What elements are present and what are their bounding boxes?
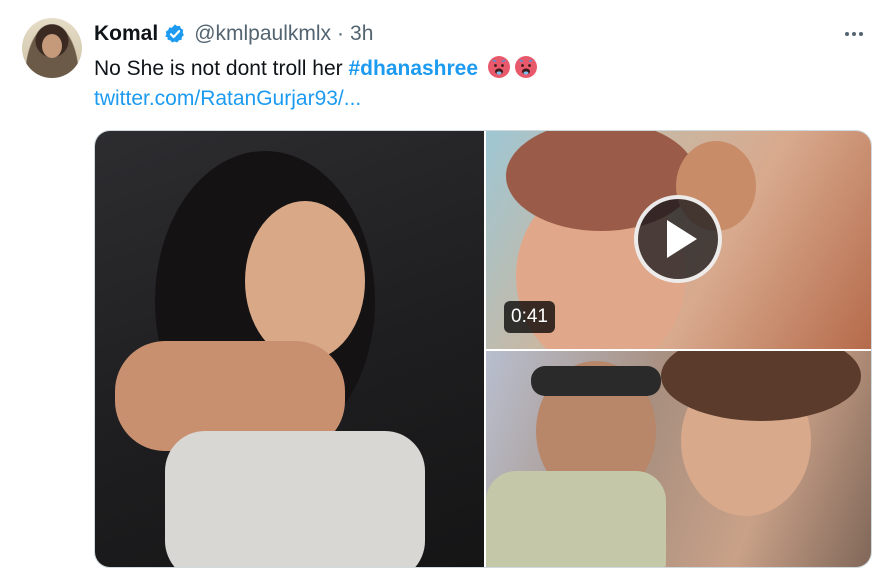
separator-dot: · <box>337 22 345 45</box>
hot-face-emoji-icon <box>514 56 537 78</box>
photo-shirt <box>486 471 666 567</box>
tweet-timestamp[interactable]: 3h <box>350 22 373 46</box>
photo-left[interactable] <box>95 131 484 567</box>
tweet[interactable]: Komal @kmlpaulkmlx · 3h No She is not do… <box>0 0 882 571</box>
author-avatar[interactable] <box>22 18 82 78</box>
verified-badge-icon <box>165 24 185 43</box>
play-button-icon[interactable] <box>634 195 722 283</box>
author-name[interactable]: Komal <box>94 22 158 46</box>
author-handle[interactable]: @kmlpaulkmlx <box>194 22 331 46</box>
photo-face <box>245 201 365 361</box>
tweet-text: No She is not dont troll her #dhanashree <box>94 54 538 84</box>
photo-bottom-right[interactable] <box>486 351 871 567</box>
tweet-body: No She is not dont troll her <box>94 57 343 80</box>
video-duration-badge: 0:41 <box>504 301 555 333</box>
photo-top <box>165 431 425 567</box>
hot-face-emoji-icon <box>487 56 510 78</box>
hashtag-link[interactable]: #dhanashree <box>348 57 478 80</box>
media-grid: 0:41 <box>94 130 872 568</box>
video-thumbnail[interactable]: 0:41 <box>486 131 871 349</box>
photo-glasses <box>531 366 661 396</box>
tweet-header: Komal @kmlpaulkmlx · 3h <box>94 20 882 48</box>
more-options-icon[interactable] <box>840 22 868 46</box>
avatar-face <box>42 34 62 58</box>
external-link[interactable]: twitter.com/RatanGurjar93/... <box>94 84 361 114</box>
